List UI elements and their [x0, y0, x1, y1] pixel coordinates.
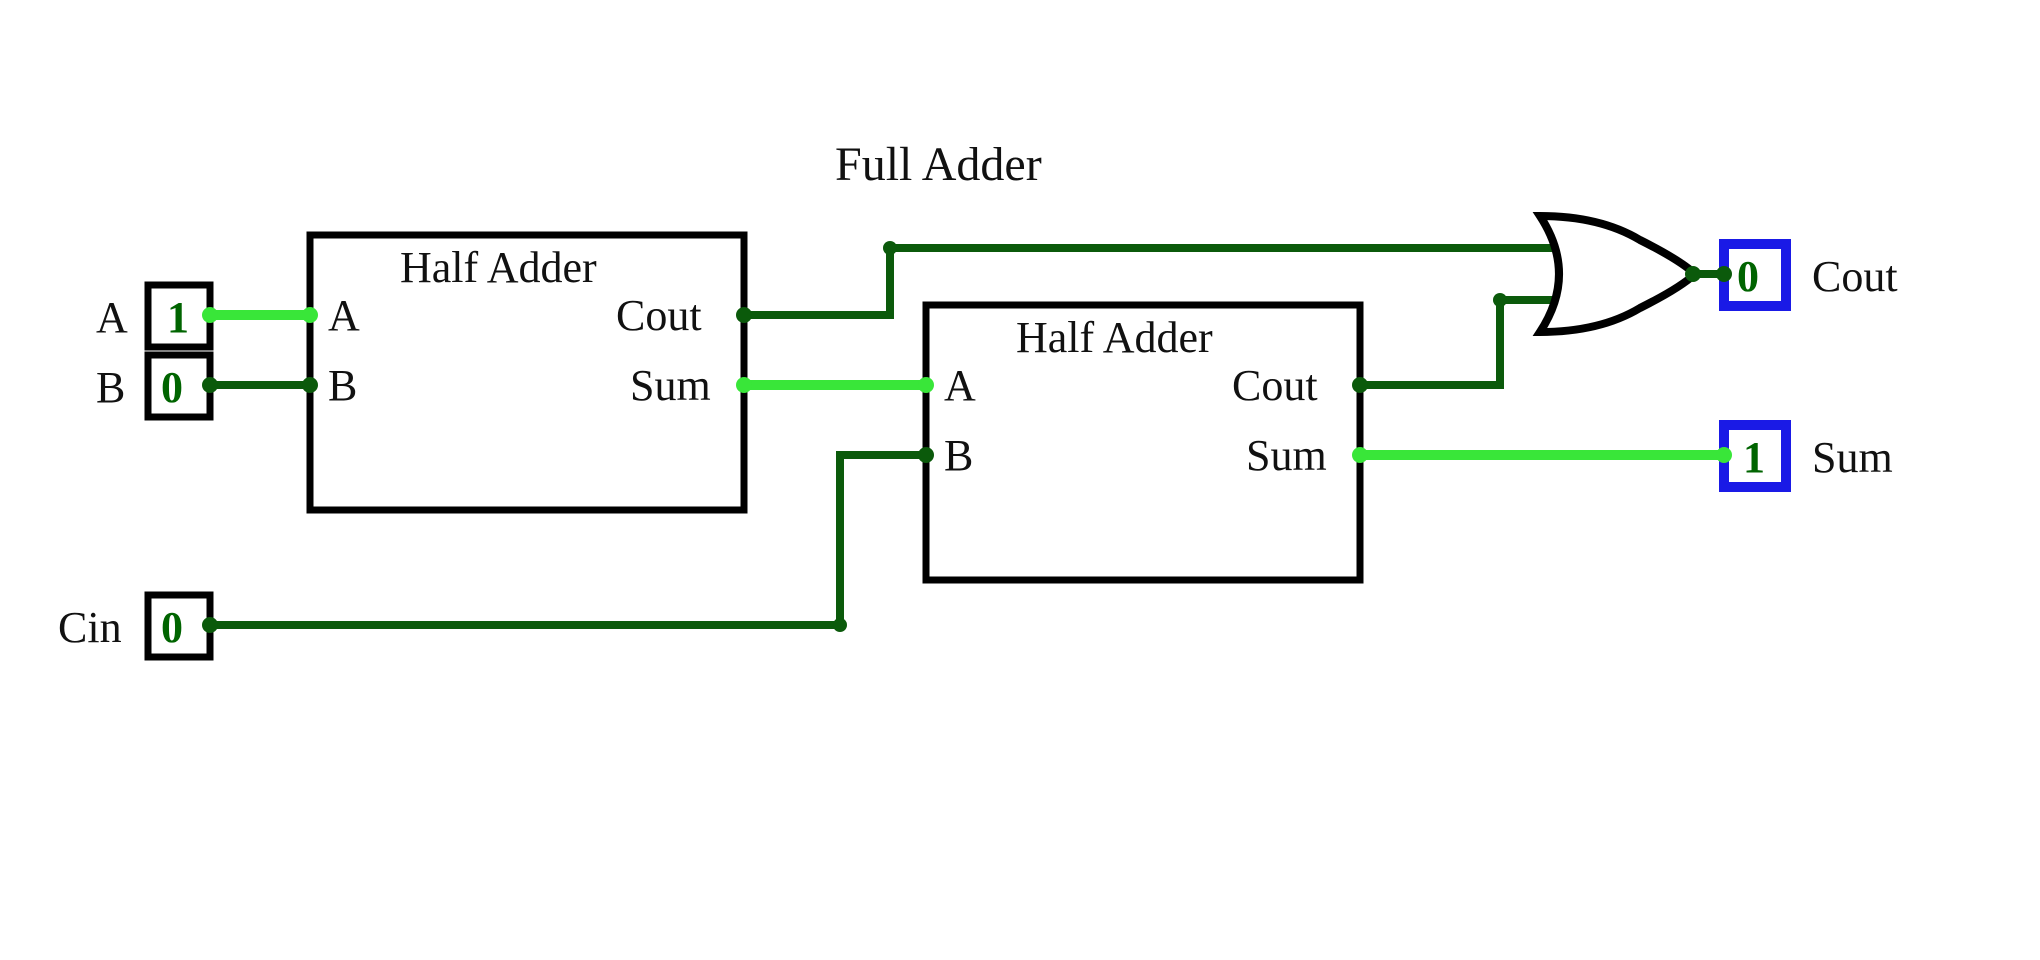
output-sum-value: 1: [1743, 433, 1765, 482]
half-adder-1-title: Half Adder: [400, 243, 597, 292]
junction-node: [883, 241, 897, 255]
junction-node: [1493, 293, 1507, 307]
half-adder-2: Half Adder A B Cout Sum: [918, 305, 1368, 580]
ha1-port-b: B: [328, 361, 357, 410]
output-cout-label: Cout: [1812, 252, 1898, 301]
output-sum-label: Sum: [1812, 433, 1893, 482]
output-sum-box: 1: [1716, 425, 1786, 487]
ha2-port-a: A: [944, 361, 976, 410]
ha1-port-sum: Sum: [630, 361, 711, 410]
ha2-port-cout: Cout: [1232, 361, 1318, 410]
input-a-label: A: [96, 293, 128, 342]
input-a-value: 1: [167, 293, 189, 342]
full-adder-diagram: Full Adder Half Adder A B Cout Sum: [0, 0, 2040, 960]
half-adder-1: Half Adder A B Cout Sum: [302, 235, 752, 510]
input-b-value: 0: [161, 363, 183, 412]
output-cout-box: 0: [1716, 244, 1786, 306]
input-cin-value: 0: [161, 603, 183, 652]
or-gate: [1540, 216, 1701, 332]
input-cin-label: Cin: [58, 603, 122, 652]
input-cin-toggle[interactable]: 0: [148, 595, 218, 657]
or-gate-output-node: [1685, 266, 1701, 282]
input-b-label: B: [96, 363, 125, 412]
ha1-port-a: A: [328, 291, 360, 340]
input-b-toggle[interactable]: 0: [148, 355, 218, 417]
ha2-port-b: B: [944, 431, 973, 480]
output-cout-value: 0: [1737, 252, 1759, 301]
diagram-title: Full Adder: [835, 138, 1042, 191]
ha2-port-sum: Sum: [1246, 431, 1327, 480]
junction-node: [833, 618, 847, 632]
ha1-port-cout: Cout: [616, 291, 702, 340]
input-a-toggle[interactable]: 1: [148, 285, 218, 347]
half-adder-2-title: Half Adder: [1016, 313, 1213, 362]
